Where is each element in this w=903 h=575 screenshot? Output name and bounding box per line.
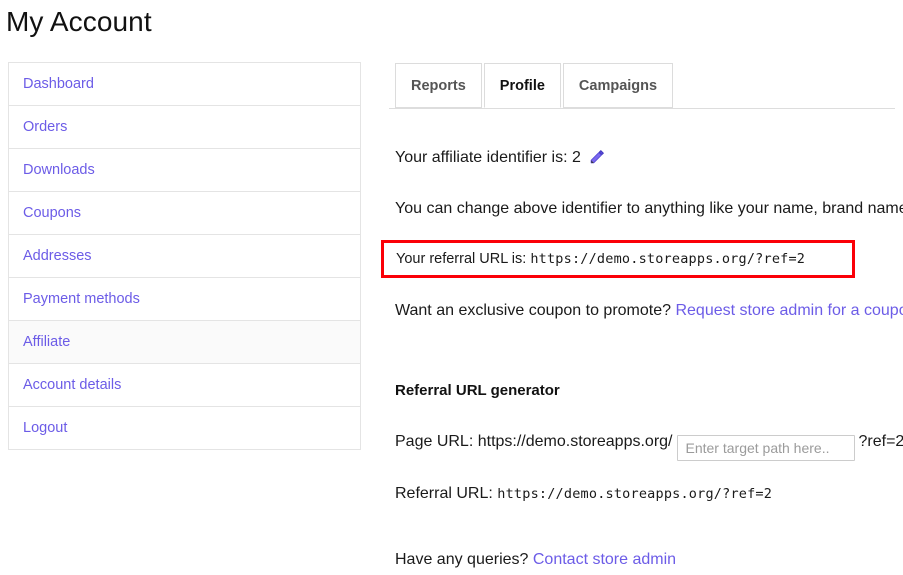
queries-row: Have any queries? Contact store admin — [395, 551, 676, 569]
referral-url-value: https://demo.storeapps.org/?ref=2 — [530, 251, 806, 267]
page-title: My Account — [6, 6, 152, 37]
page-url-row: Page URL: https://demo.storeapps.org/ ?re… — [395, 433, 903, 461]
coupon-question-text: Want an exclusive coupon to promote? — [395, 302, 672, 319]
generated-referral-url-value: https://demo.storeapps.org/?ref=2 — [497, 486, 773, 502]
sidebar-item-downloads[interactable]: Downloads — [9, 149, 360, 192]
referral-url-highlight-box: Your referral URL is: https://demo.store… — [381, 240, 855, 278]
sidebar-item-label: Downloads — [23, 162, 95, 178]
sidebar-item-label: Logout — [23, 420, 68, 436]
affiliate-tabs: Reports Profile Campaigns — [389, 62, 895, 109]
sidebar-item-payment-methods[interactable]: Payment methods — [9, 278, 360, 321]
sidebar-item-addresses[interactable]: Addresses — [9, 235, 360, 278]
coupon-request-row: Want an exclusive coupon to promote? Req… — [395, 302, 903, 320]
page-url-suffix: ?ref=2 — [858, 433, 903, 450]
tab-campaigns[interactable]: Campaigns — [562, 63, 674, 108]
request-coupon-link[interactable]: Request store admin for a coupon — [675, 302, 903, 319]
sidebar-item-logout[interactable]: Logout — [9, 407, 360, 450]
referral-url-generator-heading: Referral URL generator — [395, 382, 560, 399]
sidebar-item-label: Orders — [23, 119, 68, 135]
sidebar-item-label: Dashboard — [23, 76, 94, 92]
page-url-base: https://demo.storeapps.org/ — [477, 433, 673, 450]
tab-profile[interactable]: Profile — [483, 63, 561, 108]
identifier-change-note: You can change above identifier to anyth… — [395, 200, 903, 217]
pencil-icon[interactable] — [589, 148, 606, 165]
page-url-label: Page URL: — [395, 433, 474, 450]
tab-reports[interactable]: Reports — [395, 63, 482, 108]
sidebar-item-dashboard[interactable]: Dashboard — [9, 63, 360, 106]
generated-referral-url-label: Referral URL: — [395, 485, 493, 502]
sidebar-item-label: Addresses — [23, 248, 92, 264]
affiliate-identifier-label: Your affiliate identifier is: — [395, 149, 568, 166]
account-sidebar: Dashboard Orders Downloads Coupons Addre… — [8, 62, 361, 450]
sidebar-item-account-details[interactable]: Account details — [9, 364, 360, 407]
affiliate-identifier-row: Your affiliate identifier is: 2 — [395, 148, 606, 167]
generated-referral-url-row: Referral URL: https://demo.storeapps.org… — [395, 485, 772, 503]
sidebar-item-affiliate[interactable]: Affiliate — [9, 321, 360, 364]
referral-url-label: Your referral URL is: — [396, 251, 527, 267]
sidebar-item-orders[interactable]: Orders — [9, 106, 360, 149]
contact-store-admin-link[interactable]: Contact store admin — [533, 551, 676, 568]
target-path-input[interactable] — [676, 435, 855, 461]
sidebar-item-label: Coupons — [23, 205, 82, 221]
sidebar-item-label: Affiliate — [23, 334, 71, 350]
sidebar-item-coupons[interactable]: Coupons — [9, 192, 360, 235]
sidebar-item-label: Payment methods — [23, 291, 140, 307]
affiliate-panel: Reports Profile Campaigns — [389, 62, 895, 109]
queries-question-text: Have any queries? — [395, 551, 529, 568]
sidebar-item-label: Account details — [23, 377, 122, 393]
affiliate-identifier-value: 2 — [572, 149, 581, 166]
